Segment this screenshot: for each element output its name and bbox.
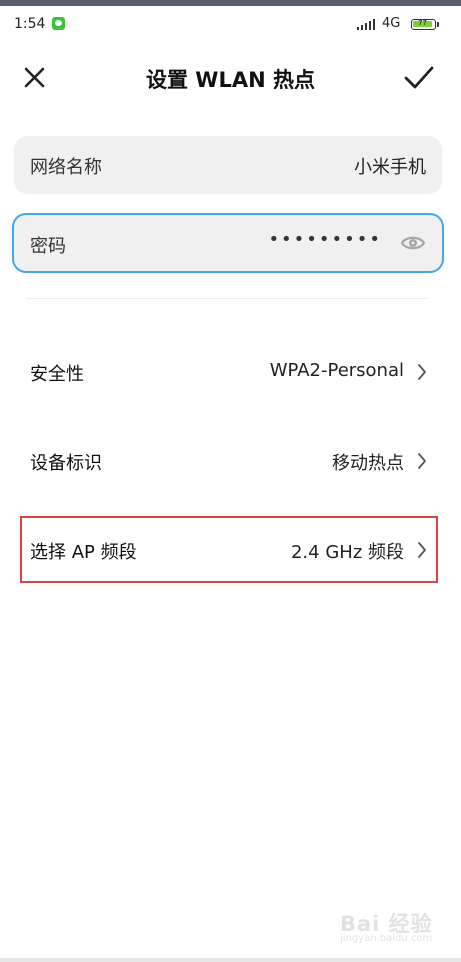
signal-strength-icon	[357, 18, 377, 30]
page-title: 设置 WLAN 热点	[146, 68, 315, 92]
status-bar: 1:54 4G 77	[0, 6, 461, 42]
password-field[interactable]: 密码 •••••••••	[12, 213, 444, 273]
ap-band-setting-row[interactable]: 选择 AP 频段 2.4 GHz 频段	[22, 516, 438, 584]
network-name-value[interactable]: 小米手机	[354, 153, 426, 179]
chevron-right-icon	[418, 364, 426, 380]
watermark-url: jingyan.baidu.com	[340, 933, 433, 944]
device-identifier-value: 移动热点	[332, 453, 404, 474]
password-label: 密码	[30, 236, 66, 257]
chevron-right-icon	[418, 542, 426, 558]
ap-band-value: 2.4 GHz 频段	[290, 542, 404, 563]
battery-icon: 77	[411, 19, 439, 30]
ap-band-label: 选择 AP 频段	[30, 542, 137, 563]
title-bar: 设置 WLAN 热点	[0, 52, 461, 102]
eye-icon[interactable]	[400, 231, 426, 255]
chevron-right-icon	[418, 453, 426, 469]
network-type: 4G	[382, 16, 401, 31]
password-value[interactable]: •••••••••	[268, 229, 382, 250]
confirm-button[interactable]	[400, 60, 438, 94]
check-icon	[404, 66, 434, 89]
battery-level: 77	[418, 19, 427, 27]
bottom-edge	[0, 958, 461, 962]
security-value: WPA2-Personal	[269, 360, 404, 381]
password-visibility-icon	[400, 236, 426, 250]
network-name-field[interactable]: 网络名称 小米手机	[14, 136, 442, 194]
section-divider	[26, 298, 428, 299]
network-name-label: 网络名称	[30, 157, 102, 178]
security-setting-row[interactable]: 安全性 WPA2-Personal	[22, 338, 438, 406]
device-identifier-setting-row[interactable]: 设备标识 移动热点	[22, 427, 438, 495]
device-identifier-label: 设备标识	[30, 453, 102, 474]
wechat-notification-icon	[52, 17, 65, 30]
status-time: 1:54	[14, 16, 46, 32]
baidu-watermark: Bai 经验 jingyan.baidu.com	[340, 908, 450, 948]
security-label: 安全性	[30, 364, 84, 385]
